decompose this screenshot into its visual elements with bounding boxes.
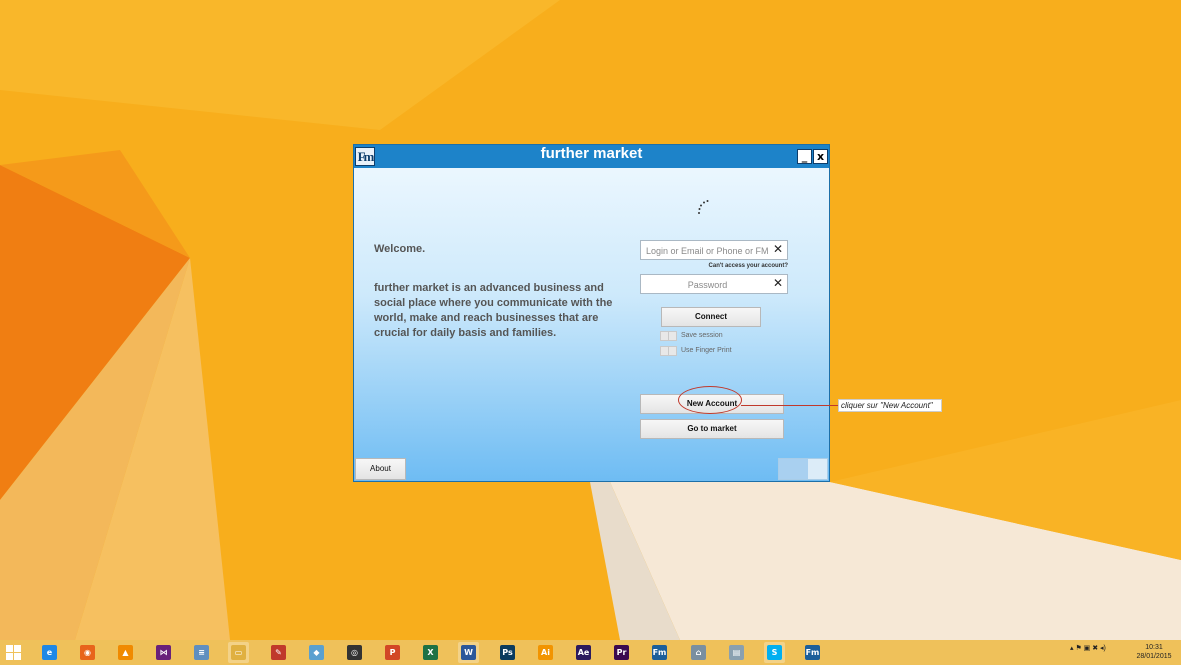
excel-icon-glyph: X (423, 645, 438, 660)
skype-icon[interactable]: S (764, 642, 785, 663)
loading-spinner-icon (698, 200, 709, 214)
paint-icon[interactable]: ✎ (268, 642, 289, 663)
remote-icon-glyph: ▤ (729, 645, 744, 660)
camera-icon[interactable]: ◎ (344, 642, 365, 663)
annotation-connector-line (741, 405, 839, 406)
save-session-label: Save session (681, 332, 723, 339)
go-to-market-button[interactable]: Go to market (640, 419, 784, 439)
clear-password-icon[interactable]: ✕ (773, 276, 783, 290)
word-icon[interactable]: W (458, 642, 479, 663)
clock-time: 10:31 (1145, 644, 1163, 651)
save-session-checkbox[interactable] (660, 331, 677, 341)
clock-date: 28/01/2015 (1136, 653, 1172, 660)
vlc-icon[interactable]: ▲ (115, 642, 136, 663)
firefox-icon[interactable]: ◉ (77, 642, 98, 663)
login-field[interactable]: ✕ (640, 240, 788, 260)
description-text: further market is an advanced business a… (374, 282, 613, 339)
skype-icon-glyph: S (767, 645, 782, 660)
internet-explorer-icon-glyph: e (42, 645, 57, 660)
tool-icon[interactable]: ◆ (306, 642, 327, 663)
connect-button[interactable]: Connect (661, 307, 761, 327)
tool-icon-glyph: ◆ (309, 645, 324, 660)
mode-toggle[interactable] (778, 458, 828, 480)
paint-icon-glyph: ✎ (271, 645, 286, 660)
file-explorer-icon-glyph: ▭ (231, 645, 246, 660)
after-effects-icon-glyph: Ae (576, 645, 591, 660)
vlc-icon-glyph: ▲ (118, 645, 133, 660)
password-field[interactable]: ✕ (640, 274, 788, 294)
further-market-icon-1[interactable]: Fm (649, 642, 670, 663)
photoshop-icon[interactable]: Ps (497, 642, 518, 663)
file-explorer-icon[interactable]: ▭ (228, 642, 249, 663)
premiere-icon-glyph: Pr (614, 645, 629, 660)
start-button[interactable] (6, 645, 21, 660)
word-icon-glyph: W (461, 645, 476, 660)
further-market-icon-2[interactable]: Fm (802, 642, 823, 663)
after-effects-icon[interactable]: Ae (573, 642, 594, 663)
remote-icon[interactable]: ▤ (726, 642, 747, 663)
mode-toggle-knob (779, 459, 808, 479)
visual-studio-icon-glyph: ⋈ (156, 645, 171, 660)
clock[interactable]: 10:31 28/01/2015 (1133, 643, 1175, 661)
powerpoint-icon[interactable]: P (382, 642, 403, 663)
network-icon-glyph: ⌂ (691, 645, 706, 660)
annotation-highlight-ellipse (678, 386, 742, 414)
powerpoint-icon-glyph: P (385, 645, 400, 660)
taskbar: e ◉ ▲ ⋈ ≡ ▭ ✎ ◆ ◎ P X W Ps Ai Ae Pr Fm ⌂ ▤ S Fm ▴ ⚑ ▣ ✖ ◂) 1… (0, 640, 1181, 665)
finger-print-label: Use Finger Print (681, 347, 732, 354)
login-input[interactable] (641, 242, 769, 260)
photoshop-icon-glyph: Ps (500, 645, 515, 660)
window-title: further market (540, 145, 643, 162)
title-bar[interactable]: Fm further market _ x (354, 145, 829, 168)
minimize-button[interactable]: _ (797, 149, 812, 164)
further-market-window: Fm further market _ x Welcome. further m… (353, 144, 830, 482)
password-input[interactable] (641, 276, 769, 294)
network-icon[interactable]: ⌂ (688, 642, 709, 663)
about-button[interactable]: About (355, 458, 406, 480)
firefox-icon-glyph: ◉ (80, 645, 95, 660)
finger-print-checkbox[interactable] (660, 346, 677, 356)
clear-login-icon[interactable]: ✕ (773, 242, 783, 256)
premiere-icon[interactable]: Pr (611, 642, 632, 663)
further-market-icon-2-glyph: Fm (805, 645, 820, 660)
visual-studio-icon[interactable]: ⋈ (153, 642, 174, 663)
notepad-icon[interactable]: ≡ (191, 642, 212, 663)
further-market-icon-1-glyph: Fm (652, 645, 667, 660)
camera-icon-glyph: ◎ (347, 645, 362, 660)
welcome-heading: Welcome. (374, 243, 426, 255)
illustrator-icon-glyph: Ai (538, 645, 553, 660)
internet-explorer-icon[interactable]: e (39, 642, 60, 663)
close-button[interactable]: x (813, 149, 828, 164)
excel-icon[interactable]: X (420, 642, 441, 663)
notepad-icon-glyph: ≡ (194, 645, 209, 660)
annotation-callout: cliquer sur "New Account" (838, 399, 942, 412)
cant-access-link[interactable]: Can't access your account? (640, 263, 788, 269)
system-tray[interactable]: ▴ ⚑ ▣ ✖ ◂) (1070, 644, 1106, 652)
illustrator-icon[interactable]: Ai (535, 642, 556, 663)
